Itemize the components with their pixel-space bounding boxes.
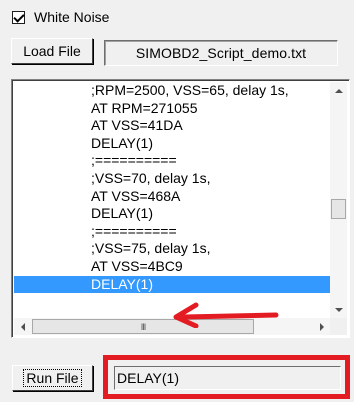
white-noise-checkbox[interactable]: White Noise [12, 9, 109, 25]
list-item[interactable]: DELAY(1) [14, 135, 330, 153]
list-item[interactable]: ;VSS=75, delay 1s, [14, 240, 330, 258]
script-filename-field: SIMOBD2_Script_demo.txt [104, 40, 338, 66]
current-command-field: DELAY(1) [114, 366, 341, 390]
scroll-right-arrow-icon[interactable] [313, 318, 330, 335]
list-item-selected[interactable]: DELAY(1) [14, 275, 330, 294]
scrollbar-corner [330, 318, 347, 335]
white-noise-label: White Noise [34, 9, 110, 25]
list-item[interactable]: ;VSS=70, delay 1s, [14, 170, 330, 188]
list-item[interactable]: AT VSS=4BC9 [14, 258, 330, 276]
load-file-button[interactable]: Load File [11, 38, 93, 64]
checkbox-checked-icon[interactable] [12, 10, 25, 24]
script-list-items[interactable]: ;RPM=2500, VSS=65, delay 1s, AT RPM=27105… [14, 82, 330, 318]
run-file-button[interactable]: Run File [12, 365, 93, 391]
list-item[interactable]: ;RPM=2500, VSS=65, delay 1s, [14, 82, 330, 100]
list-item[interactable]: AT VSS=41DA [14, 117, 330, 135]
red-pointer-arrow-icon [173, 302, 279, 328]
script-filename-text: SIMOBD2_Script_demo.txt [135, 45, 307, 61]
current-command-text: DELAY(1) [117, 370, 179, 386]
script-listbox[interactable]: ;RPM=2500, VSS=65, delay 1s, AT RPM=27105… [11, 79, 350, 338]
vertical-scroll-thumb[interactable] [331, 199, 346, 220]
list-item[interactable]: ;========== [14, 152, 330, 170]
list-item[interactable]: AT VSS=468A [14, 188, 330, 206]
scroll-left-arrow-icon[interactable] [14, 318, 31, 335]
vertical-scrollbar[interactable] [330, 82, 347, 318]
scroll-down-arrow-icon[interactable] [330, 301, 347, 318]
list-item[interactable]: AT RPM=271055 [14, 100, 330, 118]
list-item[interactable]: DELAY(1) [14, 205, 330, 223]
current-command-highlight-box: DELAY(1) [103, 355, 350, 399]
run-file-button-label: Run File [23, 369, 82, 387]
list-item[interactable]: ;========== [14, 223, 330, 241]
scroll-grip-icon: III [140, 321, 146, 332]
load-file-button-label: Load File [23, 43, 81, 59]
scroll-up-arrow-icon[interactable] [330, 82, 347, 99]
